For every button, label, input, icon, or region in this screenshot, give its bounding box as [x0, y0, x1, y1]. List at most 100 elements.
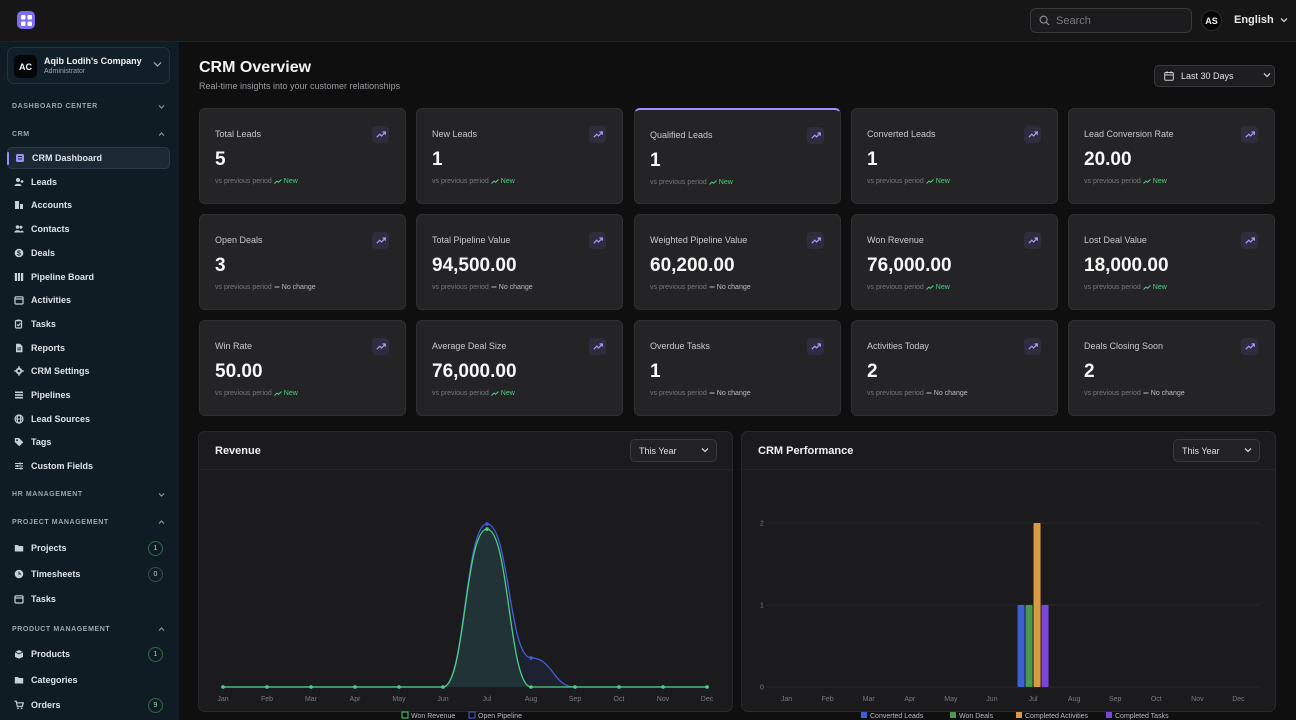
search-box[interactable]	[1030, 8, 1192, 33]
kpi-comparison-prefix: vs previous period	[432, 178, 489, 185]
sidebar-item-timesheets[interactable]: Timesheets 0	[7, 563, 170, 585]
kpi-change: No change	[281, 284, 316, 291]
sidebar-item-crm-settings[interactable]: CRM Settings	[7, 360, 170, 382]
kpi-card-won-revenue[interactable]: Won Revenue 76,000.00 vs previous period N…	[851, 214, 1058, 310]
app-logo-icon[interactable]	[17, 11, 35, 29]
kpi-card-win-rate[interactable]: Win Rate 50.00 vs previous period New	[199, 320, 406, 416]
sidebar-item-activities[interactable]: Activities	[7, 289, 170, 311]
legend-label[interactable]: Completed Tasks	[1115, 713, 1169, 720]
data-point[interactable]	[661, 685, 665, 689]
data-point[interactable]	[529, 685, 533, 689]
kpi-card-qualified-leads[interactable]: Qualified Leads 1 vs previous period New	[634, 108, 841, 204]
kpi-card-lead-conversion-rate[interactable]: Lead Conversion Rate 20.00 vs previous per…	[1068, 108, 1275, 204]
kpi-card-new-leads[interactable]: New Leads 1 vs previous period New	[416, 108, 623, 204]
count-badge: 0	[148, 566, 163, 582]
sidebar-item-pipelines[interactable]: Pipelines	[7, 384, 170, 406]
dollar-icon: $	[14, 248, 24, 257]
data-point[interactable]	[441, 685, 445, 689]
section-product-management[interactable]: PRODUCT MANAGEMENT	[12, 626, 110, 633]
kpi-value: 2	[1084, 361, 1095, 382]
kpi-card-overdue-tasks[interactable]: Overdue Tasks 1 vs previous period No chan…	[634, 320, 841, 416]
bar-converted-leads[interactable]	[1017, 605, 1025, 687]
trend-up-icon	[1142, 178, 1151, 184]
x-tick-label: Aug	[525, 696, 538, 703]
data-point[interactable]	[309, 685, 313, 689]
data-point[interactable]	[397, 685, 401, 689]
sidebar-item-orders[interactable]: Orders 9	[7, 694, 170, 716]
data-point[interactable]	[265, 685, 269, 689]
sidebar-item-crm-dashboard[interactable]: CRM Dashboard	[7, 147, 170, 169]
search-input[interactable]	[1056, 14, 1176, 27]
language-selector[interactable]: English	[1234, 14, 1288, 26]
chevron-down-icon[interactable]	[158, 492, 165, 498]
trending-up-icon	[807, 127, 824, 144]
company-switcher[interactable]: AC Aqib Lodih's Company Administrator	[7, 47, 170, 84]
performance-period-select[interactable]: This Year	[1173, 439, 1260, 462]
date-range-select[interactable]: Last 30 Days	[1154, 65, 1275, 87]
count-badge: 1	[148, 647, 163, 662]
sidebar-item-projects[interactable]: Projects 1	[7, 537, 170, 559]
bar-won-deals[interactable]	[1025, 605, 1033, 687]
revenue-period-select[interactable]: This Year	[630, 439, 717, 462]
sidebar-item-accounts[interactable]: Accounts	[7, 194, 170, 216]
section-dashboard-center[interactable]: DASHBOARD CENTER	[12, 103, 98, 110]
sidebar-item-lead-sources[interactable]: Lead Sources	[7, 408, 170, 430]
legend-label[interactable]: Won Deals	[959, 713, 994, 720]
chevron-down-icon[interactable]	[158, 104, 165, 110]
kpi-label: Activities Today	[867, 341, 929, 351]
kpi-card-lost-deal-value[interactable]: Lost Deal Value 18,000.00 vs previous peri…	[1068, 214, 1275, 310]
kpi-comparison: vs previous period New	[650, 179, 733, 186]
chevron-up-icon[interactable]	[158, 131, 165, 137]
kpi-card-deals-closing-soon[interactable]: Deals Closing Soon 2 vs previous period No…	[1068, 320, 1275, 416]
x-tick-label: Jul	[1029, 696, 1038, 703]
section-hr-management[interactable]: HR MANAGEMENT	[12, 491, 83, 498]
chevron-up-icon[interactable]	[158, 626, 165, 632]
kpi-comparison: vs previous period New	[215, 178, 298, 185]
section-project-management[interactable]: PROJECT MANAGEMENT	[12, 519, 109, 526]
kpi-card-total-leads[interactable]: Total Leads 5 vs previous period New	[199, 108, 406, 204]
data-point[interactable]	[485, 522, 489, 526]
sidebar-item-contacts[interactable]: Contacts	[7, 218, 170, 240]
legend-label[interactable]: Converted Leads	[870, 713, 924, 720]
kpi-value: 76,000.00	[867, 255, 952, 276]
data-point[interactable]	[705, 685, 709, 689]
section-crm[interactable]: CRM	[12, 131, 30, 138]
sidebar-item-tasks[interactable]: Tasks	[7, 313, 170, 335]
revenue-period-label: This Year	[639, 445, 677, 456]
sidebar-item-custom-fields[interactable]: Custom Fields	[7, 455, 170, 477]
kpi-card-total-pipeline-value[interactable]: Total Pipeline Value 94,500.00 vs previous…	[416, 214, 623, 310]
kpi-comparison: vs previous period New	[1084, 178, 1167, 185]
data-point[interactable]	[573, 685, 577, 689]
kpi-card-open-deals[interactable]: Open Deals 3 vs previous period No change	[199, 214, 406, 310]
date-range-label: Last 30 Days	[1181, 71, 1234, 81]
sidebar-item-deals[interactable]: $ Deals	[7, 242, 170, 264]
cart-icon	[14, 700, 24, 710]
kpi-card-average-deal-size[interactable]: Average Deal Size 76,000.00 vs previous pe…	[416, 320, 623, 416]
bar-completed-tasks[interactable]	[1041, 605, 1049, 687]
kpi-value: 3	[215, 255, 226, 276]
file-icon	[16, 343, 23, 352]
sidebar-item-leads[interactable]: Leads	[7, 171, 170, 193]
data-point[interactable]	[617, 685, 621, 689]
user-avatar[interactable]: AS	[1201, 10, 1222, 31]
kpi-card-converted-leads[interactable]: Converted Leads 1 vs previous period New	[851, 108, 1058, 204]
sidebar-item-tags[interactable]: Tags	[7, 431, 170, 453]
sidebar-item-categories[interactable]: Categories	[7, 669, 170, 691]
data-point[interactable]	[485, 527, 489, 531]
legend-label[interactable]: Open Pipeline	[478, 713, 522, 720]
kpi-card-weighted-pipeline-value[interactable]: Weighted Pipeline Value 60,200.00 vs previ…	[634, 214, 841, 310]
kpi-comparison: vs previous period New	[432, 178, 515, 185]
kpi-card-activities-today[interactable]: Activities Today 2 vs previous period No c…	[851, 320, 1058, 416]
data-point[interactable]	[221, 685, 225, 689]
legend-label[interactable]: Completed Activities	[1025, 713, 1089, 720]
bar-completed-activities[interactable]	[1033, 523, 1041, 687]
data-point[interactable]	[529, 656, 533, 660]
legend-label[interactable]: Won Revenue	[411, 713, 455, 720]
sidebar-item-pipeline-board[interactable]: Pipeline Board	[7, 266, 170, 288]
chevron-up-icon[interactable]	[158, 519, 165, 525]
sidebar-item-reports[interactable]: Reports	[7, 337, 170, 359]
data-point[interactable]	[353, 685, 357, 689]
x-tick-label: Dec	[1232, 696, 1245, 703]
sidebar-item-products[interactable]: Products 1	[7, 643, 170, 665]
sidebar-item-tasks[interactable]: Tasks	[7, 588, 170, 610]
